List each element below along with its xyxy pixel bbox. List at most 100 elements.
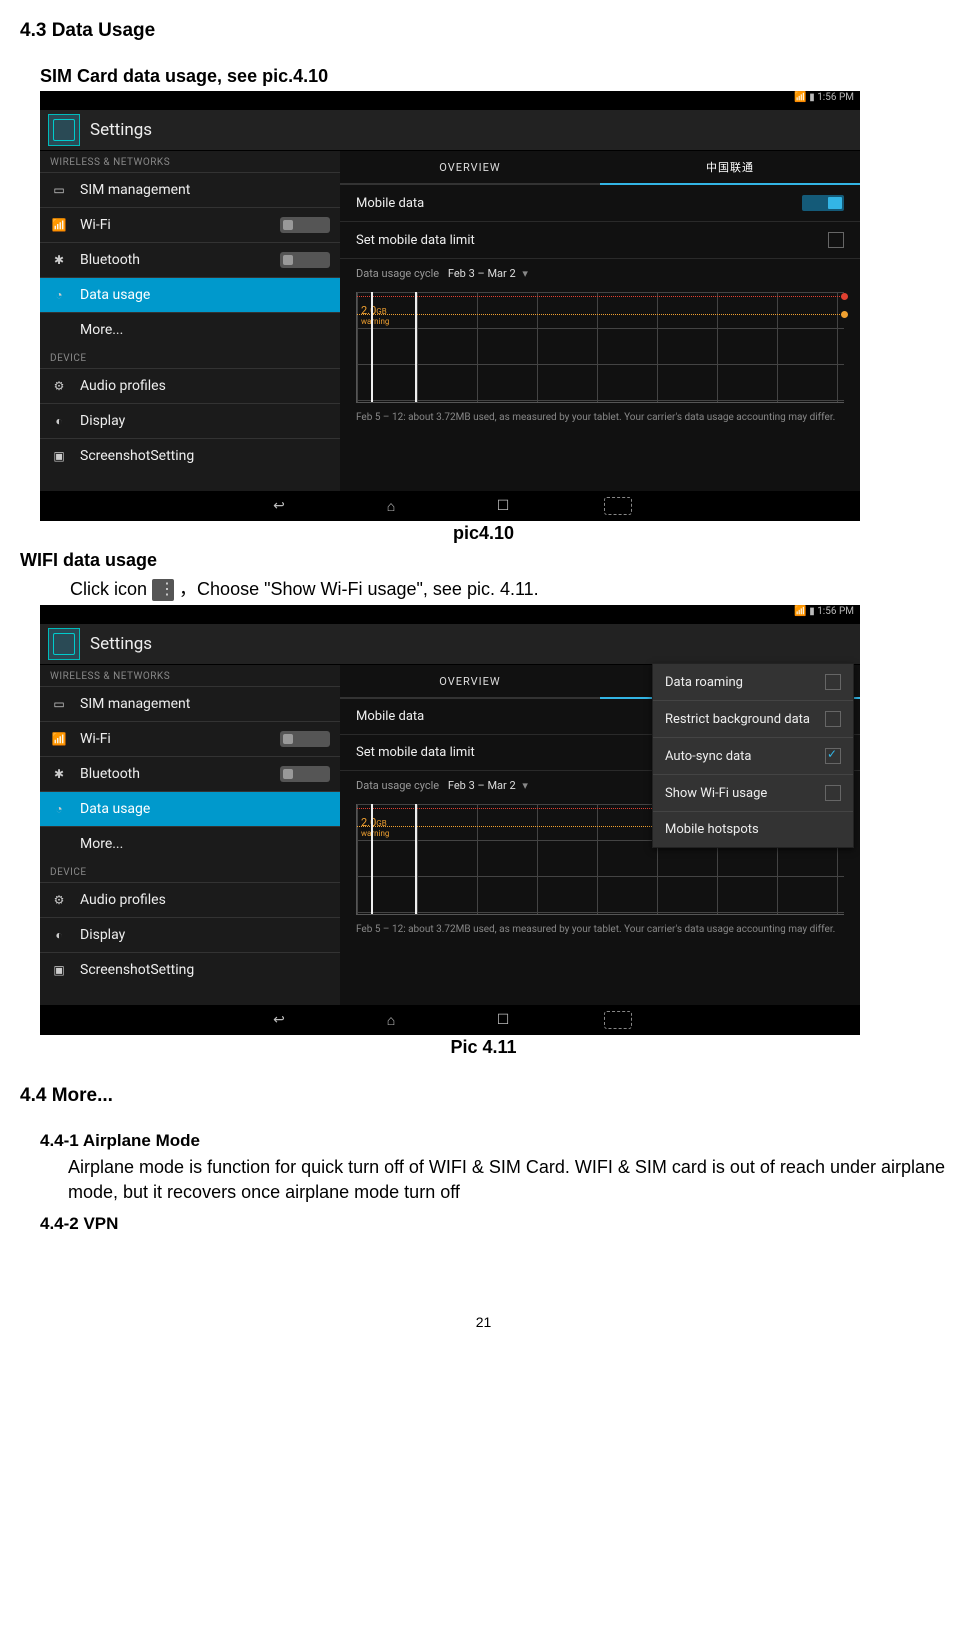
sidebar-group-wireless: WIRELESS & NETWORKS bbox=[40, 665, 340, 686]
warning-label: 2.0GB warning bbox=[361, 306, 389, 327]
row-cycle[interactable]: Data usage cycle Feb 3 – Mar 2 ▾ bbox=[340, 259, 860, 288]
wifi-toggle[interactable] bbox=[280, 217, 330, 233]
blank-icon bbox=[50, 322, 68, 338]
row-label: Set mobile data limit bbox=[356, 745, 475, 760]
sidebar-item-screenshot-setting[interactable]: ▣ ScreenshotSetting bbox=[40, 438, 340, 473]
sim-icon: ▭ bbox=[50, 182, 68, 198]
screenshot-button[interactable] bbox=[604, 497, 632, 515]
cycle-label: Data usage cycle bbox=[356, 779, 439, 792]
sidebar-item-sim-management[interactable]: ▭ SIM management bbox=[40, 172, 340, 207]
heading-4-3: 4.3 Data Usage bbox=[20, 20, 947, 42]
sidebar-item-bluetooth[interactable]: ✱ Bluetooth bbox=[40, 756, 340, 791]
sidebar-item-label: Bluetooth bbox=[80, 252, 140, 268]
row-label: Mobile data bbox=[356, 196, 424, 211]
tab-overview[interactable]: OVERVIEW bbox=[340, 665, 600, 699]
sidebar-item-screenshot-setting[interactable]: ▣ ScreenshotSetting bbox=[40, 952, 340, 987]
menu-item-restrict-background[interactable]: Restrict background data bbox=[653, 701, 853, 738]
sidebar-item-label: Audio profiles bbox=[80, 378, 166, 394]
settings-sidebar: WIRELESS & NETWORKS ▭ SIM management 📶 W… bbox=[40, 665, 340, 1005]
settings-app-icon bbox=[48, 114, 80, 146]
range-handle-right[interactable] bbox=[415, 292, 417, 402]
sidebar-item-wifi[interactable]: 📶 Wi-Fi bbox=[40, 721, 340, 756]
menu-item-mobile-hotspots[interactable]: Mobile hotspots bbox=[653, 812, 853, 847]
menu-item-label: Show Wi-Fi usage bbox=[665, 786, 767, 801]
menu-item-auto-sync[interactable]: Auto-sync data bbox=[653, 738, 853, 775]
menu-item-label: Restrict background data bbox=[665, 712, 810, 727]
warning-line[interactable] bbox=[357, 314, 844, 315]
system-navbar: ↩ ⌂ ☐ bbox=[40, 1005, 860, 1035]
sidebar-item-data-usage[interactable]: ◔ Data usage bbox=[40, 277, 340, 312]
tab-overview[interactable]: OVERVIEW bbox=[340, 151, 600, 185]
text-post: ，Choose "Show Wi-Fi usage", see pic. 4.1… bbox=[179, 579, 539, 599]
sidebar-item-more[interactable]: More... bbox=[40, 312, 340, 347]
sim-icon: ▭ bbox=[50, 696, 68, 712]
sidebar-item-audio-profiles[interactable]: ⚙ Audio profiles bbox=[40, 368, 340, 403]
wifi-icon: 📶 bbox=[50, 731, 68, 747]
row-set-limit[interactable]: Set mobile data limit bbox=[340, 222, 860, 259]
screenshot-button[interactable] bbox=[604, 1011, 632, 1029]
menu-item-label: Data roaming bbox=[665, 675, 743, 690]
recents-button[interactable]: ☐ bbox=[492, 498, 514, 514]
sidebar-group-device: DEVICE bbox=[40, 861, 340, 882]
mobile-data-toggle[interactable] bbox=[802, 195, 844, 211]
cycle-value: Feb 3 – Mar 2 bbox=[448, 779, 516, 792]
menu-item-label: Mobile hotspots bbox=[665, 822, 759, 837]
limit-line[interactable] bbox=[357, 296, 844, 297]
menu-item-show-wifi-usage[interactable]: Show Wi-Fi usage bbox=[653, 775, 853, 812]
chevron-down-icon: ▾ bbox=[522, 267, 528, 280]
sidebar-item-label: More... bbox=[80, 322, 123, 338]
row-mobile-data[interactable]: Mobile data bbox=[340, 185, 860, 222]
wifi-icon: 📶 bbox=[50, 217, 68, 233]
back-button[interactable]: ↩ bbox=[268, 1012, 290, 1028]
bluetooth-icon: ✱ bbox=[50, 766, 68, 782]
recents-button[interactable]: ☐ bbox=[492, 1012, 514, 1028]
screenshot-pic-4-11: 📶 ▮ 1:56 PM Settings WIRELESS & NETWORKS… bbox=[40, 605, 860, 1035]
sidebar-item-label: Audio profiles bbox=[80, 892, 166, 908]
sidebar-item-data-usage[interactable]: ◔ Data usage bbox=[40, 791, 340, 826]
sidebar-item-display[interactable]: ◐ Display bbox=[40, 403, 340, 438]
paragraph-airplane-mode: Airplane mode is function for quick turn… bbox=[68, 1155, 947, 1204]
menu-item-data-roaming[interactable]: Data roaming bbox=[653, 664, 853, 701]
audio-icon: ⚙ bbox=[50, 378, 68, 394]
page-number: 21 bbox=[20, 1314, 947, 1330]
bluetooth-toggle[interactable] bbox=[280, 252, 330, 268]
warning-label: 2.0GB warning bbox=[361, 818, 389, 839]
subheading-sim: SIM Card data usage, see pic.4.10 bbox=[40, 66, 947, 87]
tab-carrier[interactable]: 中国联通 bbox=[600, 151, 860, 185]
camera-icon: ▣ bbox=[50, 448, 68, 464]
home-button[interactable]: ⌂ bbox=[380, 498, 402, 514]
auto-sync-checkbox[interactable] bbox=[825, 748, 841, 764]
camera-icon: ▣ bbox=[50, 962, 68, 978]
back-button[interactable]: ↩ bbox=[268, 498, 290, 514]
sidebar-item-label: Data usage bbox=[80, 287, 150, 303]
range-handle-left[interactable] bbox=[371, 292, 373, 402]
data-roaming-checkbox[interactable] bbox=[825, 674, 841, 690]
wifi-instruction-line: Click icon ，Choose "Show Wi-Fi usage", s… bbox=[70, 575, 947, 601]
sidebar-item-sim-management[interactable]: ▭ SIM management bbox=[40, 686, 340, 721]
show-wifi-checkbox[interactable] bbox=[825, 785, 841, 801]
restrict-bg-checkbox[interactable] bbox=[825, 711, 841, 727]
wifi-toggle[interactable] bbox=[280, 731, 330, 747]
sidebar-item-label: Wi-Fi bbox=[80, 217, 111, 233]
data-usage-chart[interactable]: 2.0GB warning bbox=[356, 292, 844, 403]
sidebar-item-display[interactable]: ◐ Display bbox=[40, 917, 340, 952]
app-header: Settings bbox=[40, 624, 860, 665]
home-button[interactable]: ⌂ bbox=[380, 1012, 402, 1028]
signal-icon: 📶 ▮ bbox=[794, 92, 814, 103]
range-handle-right[interactable] bbox=[415, 804, 417, 914]
row-label: Set mobile data limit bbox=[356, 233, 475, 248]
set-limit-checkbox[interactable] bbox=[828, 232, 844, 248]
sidebar-item-more[interactable]: More... bbox=[40, 826, 340, 861]
sidebar-group-wireless: WIRELESS & NETWORKS bbox=[40, 151, 340, 172]
sidebar-item-wifi[interactable]: 📶 Wi-Fi bbox=[40, 207, 340, 242]
display-icon: ◐ bbox=[50, 413, 68, 429]
sidebar-item-audio-profiles[interactable]: ⚙ Audio profiles bbox=[40, 882, 340, 917]
sidebar-item-bluetooth[interactable]: ✱ Bluetooth bbox=[40, 242, 340, 277]
sidebar-item-label: Bluetooth bbox=[80, 766, 140, 782]
sidebar-item-label: SIM management bbox=[80, 182, 190, 198]
range-handle-left[interactable] bbox=[371, 804, 373, 914]
bluetooth-toggle[interactable] bbox=[280, 766, 330, 782]
sidebar-item-label: Display bbox=[80, 927, 125, 943]
overflow-menu: Data roaming Restrict background data Au… bbox=[652, 663, 854, 848]
usage-summary-text: Feb 5 – 12: about 3.72MB used, as measur… bbox=[340, 407, 860, 428]
